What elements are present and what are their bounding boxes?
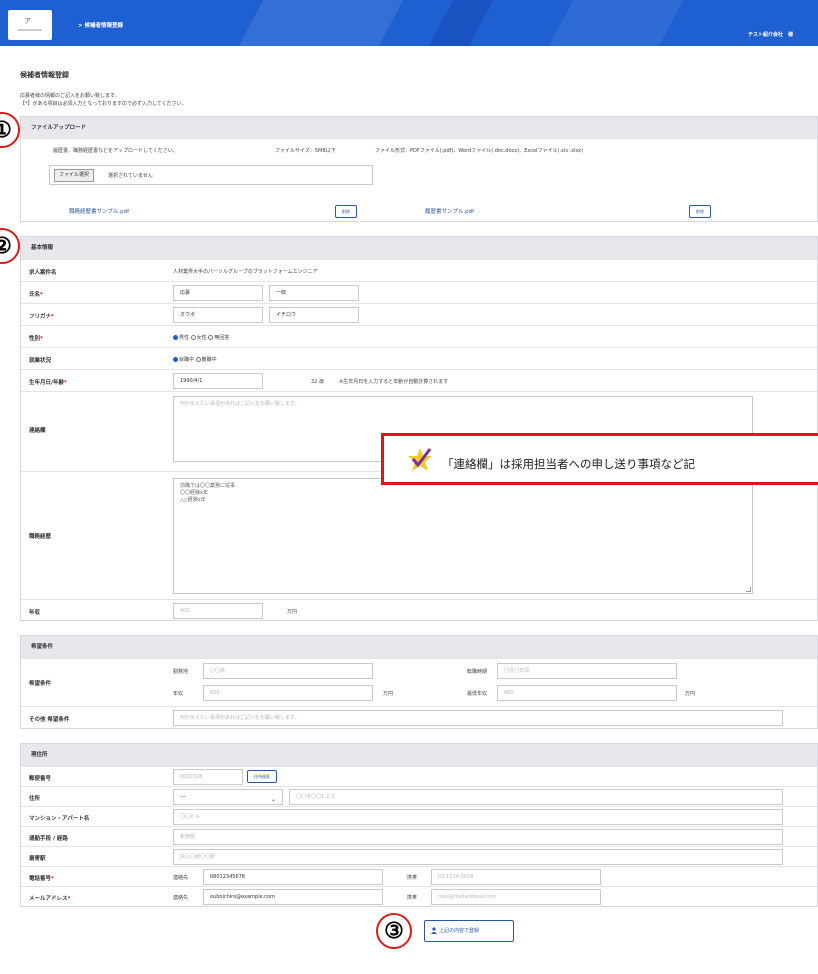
pref-input[interactable]: 〇〇県: [203, 663, 373, 679]
intro-text: 応募者様の情報のご記入をお願い致します。: [20, 93, 120, 99]
phone-contact-label: 連絡先: [173, 875, 189, 881]
upload-panel: ファイルアップロード 履歴書、職務経歴書などをアップロードしてください。 ファイ…: [20, 116, 818, 222]
min-salary-unit: 万円: [685, 691, 696, 697]
age-value: 32 歳: [311, 379, 324, 385]
no-file-text: 選択されていません: [108, 173, 153, 179]
zip-input[interactable]: 0000328: [173, 769, 243, 785]
phone-label: 電話番号*: [29, 876, 54, 882]
radio-no-answer[interactable]: [208, 335, 214, 340]
station-label: 最寄駅: [29, 856, 46, 862]
upload-size-limit: ファイルサイズ：5MB以下: [275, 148, 336, 154]
age-note: ※生年月日を入力すると年齢が自動計算されます: [339, 379, 449, 385]
name-label: 氏名*: [29, 292, 43, 298]
building-input[interactable]: 〇〇ビル: [173, 809, 783, 825]
checkmark-star-icon: [408, 448, 432, 471]
start-input[interactable]: 〇月〇日頃: [497, 663, 677, 679]
basic-info-panel: 基本情報 求人案件名 人材業界大手のパーソルグループのプラットフォームエンジニア…: [20, 236, 818, 621]
site-logo[interactable]: ア: [8, 10, 52, 40]
prefecture-select[interactable]: --- ⌄: [173, 789, 283, 805]
desired-panel: 希望条件 希望条件 勤務地 〇〇県 転職時期 〇月〇日頃 年収 600 万円 最…: [20, 635, 818, 729]
email-label: メールアドレス*: [29, 896, 71, 902]
email-mobile-label: 携帯: [407, 895, 418, 901]
building-label: マンション・アパート名: [29, 816, 90, 822]
company-name[interactable]: テスト紹介会社 様: [748, 31, 793, 38]
first-kana-input[interactable]: イチロウ: [269, 307, 359, 323]
salary-input[interactable]: 600: [203, 685, 373, 701]
address-input[interactable]: 〇〇市〇〇1-2-3: [289, 789, 783, 805]
kana-label: フリガナ*: [29, 314, 54, 320]
radio-employed[interactable]: [173, 357, 178, 362]
last-name-input[interactable]: 応募: [173, 285, 263, 301]
radio-female[interactable]: [190, 335, 196, 340]
chevron-down-icon: ⌄: [270, 796, 276, 803]
salary-unit: 万円: [383, 691, 394, 697]
phone-mobile-label: 携帯: [407, 875, 418, 881]
start-label: 転職時期: [467, 669, 488, 675]
callout-text: 「連絡欄」は採用担当者への申し送り事項など記: [442, 457, 695, 471]
step-marker-3: ③: [376, 913, 412, 949]
upload-instruction: 履歴書、職務経歴書などをアップロードしてください。: [53, 148, 178, 154]
section-title-address: 現住所: [21, 744, 817, 766]
radio-unemployed[interactable]: [195, 357, 201, 362]
commute-label: 通勤手段 / 経路: [29, 836, 68, 842]
address-label: 住所: [29, 796, 41, 802]
salary-label: 年収: [173, 691, 184, 697]
email-contact-label: 連絡先: [173, 895, 189, 901]
upload-formats: ファイル形式：PDFファイル(.pdf)、Wordファイル(.doc.docx)…: [375, 148, 583, 154]
birth-label: 生年月日/年齢*: [29, 380, 67, 386]
file-link-career[interactable]: 職務経歴書サンプル.pdf: [69, 207, 129, 215]
phone-input[interactable]: 08012345678: [203, 869, 383, 885]
file-link-resume[interactable]: 履歴書サンプル.pdf: [425, 207, 474, 215]
section-title-basic: 基本情報: [21, 237, 817, 259]
user-add-icon: [431, 927, 437, 934]
station-input[interactable]: JR〇〇線〇〇駅: [173, 849, 783, 865]
gender-radio-group[interactable]: 男性 女性 無回答: [173, 334, 229, 341]
employment-radio-group[interactable]: 就職中 離職中: [173, 356, 217, 363]
breadcrumb[interactable]: > 候補者情報登録: [78, 21, 123, 29]
career-textarea[interactable]: 前職では〇〇業務に従事 〇〇経験x年 △△経験x年: [173, 478, 753, 594]
page-title: 候補者情報登録: [20, 71, 69, 79]
step-marker-2: ②: [0, 228, 20, 264]
income-unit: 万円: [287, 609, 298, 615]
submit-button[interactable]: 上記の内容で登録: [424, 920, 514, 942]
contact-label: 連絡欄: [29, 428, 46, 434]
job-title-value: 人材業界大手のパーソルグループのプラットフォームエンジニア: [173, 269, 318, 275]
other-conditions-input[interactable]: 何か伝えたい事項があればご記入をお願い致します。: [173, 710, 783, 726]
pref-label: 勤務地: [173, 669, 189, 675]
file-chooser[interactable]: ファイル選択 選択されていません: [49, 165, 373, 185]
birthdate-input[interactable]: 1990/4/1: [173, 373, 263, 389]
step-marker-1: ①: [0, 112, 20, 148]
last-kana-input[interactable]: オウボ: [173, 307, 263, 323]
top-header: ア > 候補者情報登録 テスト紹介会社 様: [0, 0, 818, 46]
email-mobile-input[interactable]: mail@mailaddress.com: [431, 889, 601, 905]
commute-input[interactable]: 新宿駅: [173, 829, 783, 845]
min-salary-label: 最低年収: [467, 691, 488, 697]
employment-label: 就業状況: [29, 358, 52, 364]
delete-file-button[interactable]: 削除: [689, 205, 711, 218]
address-search-button[interactable]: 住所検索: [247, 770, 277, 783]
gender-label: 性別*: [29, 336, 43, 342]
delete-file-button[interactable]: 削除: [335, 205, 357, 218]
email-input[interactable]: ouboichiro@example.com: [203, 889, 383, 905]
job-title-label: 求人案件名: [29, 270, 57, 276]
phone-mobile-input[interactable]: 03-1234-5678: [431, 869, 601, 885]
income-label: 年収: [29, 610, 41, 616]
required-note: 【*】がある項目は必須入力となっておりますので必ず入力してください。: [20, 101, 187, 107]
min-salary-input[interactable]: 400: [497, 685, 677, 701]
section-title-upload: ファイルアップロード: [21, 117, 817, 139]
address-panel: 現住所 郵便番号 0000328 住所検索 住所 --- ⌄ 〇〇市〇〇1-2-…: [20, 743, 818, 907]
other-conditions-label: その他 希望条件: [29, 717, 70, 723]
resize-handle[interactable]: [746, 587, 751, 592]
first-name-input[interactable]: 一郎: [269, 285, 359, 301]
income-input[interactable]: 400: [173, 603, 263, 619]
zip-label: 郵便番号: [29, 776, 52, 782]
career-label: 職務経歴: [29, 534, 52, 540]
desired-label: 希望条件: [29, 681, 52, 687]
tooltip-callout: 「連絡欄」は採用担当者への申し送り事項など記: [381, 433, 818, 485]
section-title-desired: 希望条件: [21, 636, 817, 658]
choose-file-button[interactable]: ファイル選択: [54, 169, 95, 182]
radio-male[interactable]: [173, 335, 178, 340]
